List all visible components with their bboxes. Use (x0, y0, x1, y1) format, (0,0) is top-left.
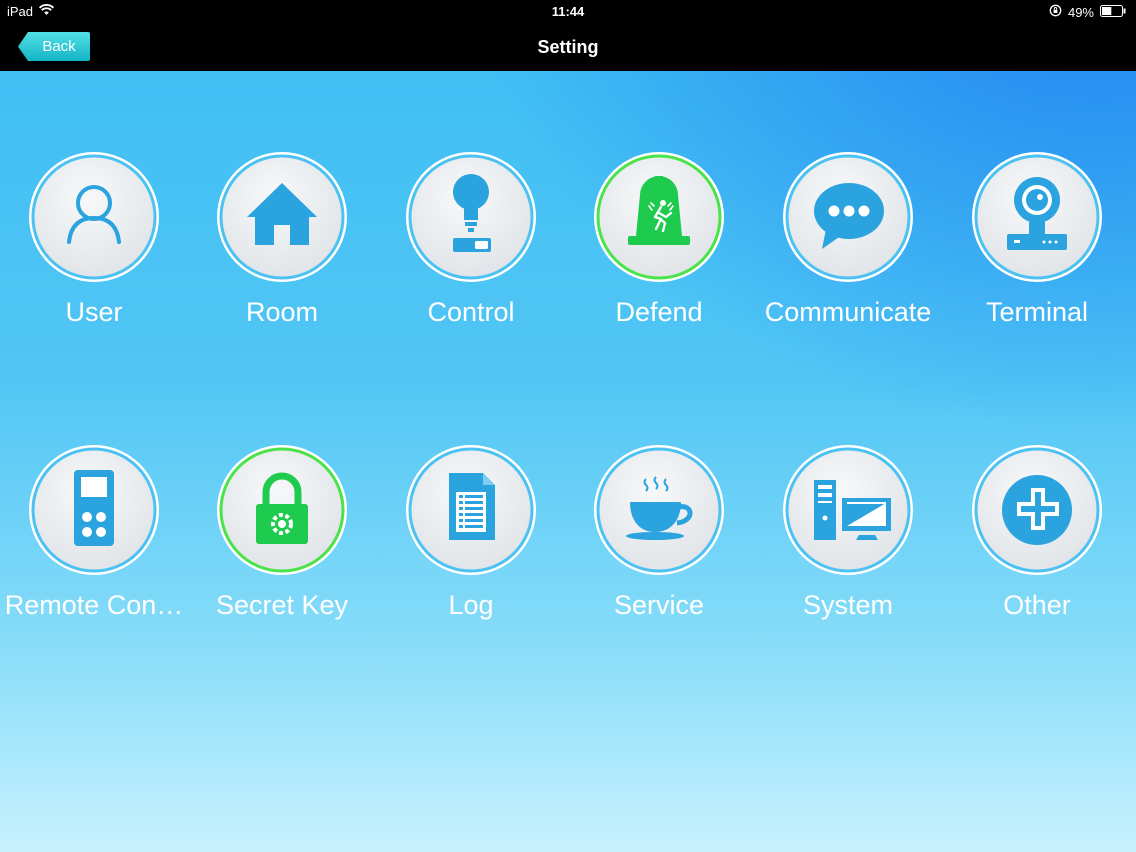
rotation-lock-icon (1049, 4, 1062, 20)
battery-percent: 49% (1067, 4, 1094, 20)
tile-label: Other (1003, 590, 1071, 620)
document-icon (449, 473, 495, 540)
tile-label: Secret Key (215, 590, 349, 620)
control-circle (406, 152, 536, 282)
remote-control-circle (29, 445, 159, 575)
tile-label: Log (448, 590, 494, 620)
defend-circle (594, 152, 724, 282)
tile-terminal[interactable]: Terminal (943, 151, 1131, 351)
tile-label: Remote Con… (4, 590, 184, 620)
status-right: 49% (1049, 4, 1126, 20)
status-time: 11:44 (551, 4, 585, 19)
tile-communicate[interactable]: Communicate (754, 151, 942, 351)
tile-defend[interactable]: Defend (565, 151, 753, 351)
tile-service[interactable]: Service (565, 444, 753, 644)
tile-label: System (802, 590, 894, 620)
settings-screen: iPad 11:44 49% Back Setting User Room Co… (0, 0, 1136, 852)
tile-label: Service (613, 590, 705, 620)
secret-key-circle (217, 445, 347, 575)
tile-room[interactable]: Room (188, 151, 376, 351)
remote-control-icon (74, 470, 114, 546)
tile-label: Defend (615, 297, 703, 327)
tile-label: Control (427, 297, 515, 327)
user-circle (29, 152, 159, 282)
tile-label: Communicate (764, 297, 932, 327)
terminal-circle (972, 152, 1102, 282)
service-circle (594, 445, 724, 575)
tile-control[interactable]: Control (377, 151, 565, 351)
tile-log[interactable]: Log (377, 444, 565, 644)
other-circle (972, 445, 1102, 575)
tile-user[interactable]: User (0, 151, 188, 351)
tile-label: Room (245, 297, 319, 327)
status-bar: iPad 11:44 49% (0, 0, 1136, 24)
communicate-circle (783, 152, 913, 282)
tile-other[interactable]: Other (943, 444, 1131, 644)
tile-label: User (65, 297, 123, 327)
page-title: Setting (537, 37, 599, 57)
tile-label: Terminal (985, 297, 1089, 327)
navigation-bar: Back Setting (0, 24, 1136, 71)
log-circle (406, 445, 536, 575)
battery-icon (1100, 4, 1126, 20)
system-circle (783, 445, 913, 575)
plus-icon (1002, 475, 1072, 545)
room-circle (217, 152, 347, 282)
tile-secret-key[interactable]: Secret Key (188, 444, 376, 644)
tile-system[interactable]: System (754, 444, 942, 644)
tile-remote-control[interactable]: Remote Con… (0, 444, 188, 644)
